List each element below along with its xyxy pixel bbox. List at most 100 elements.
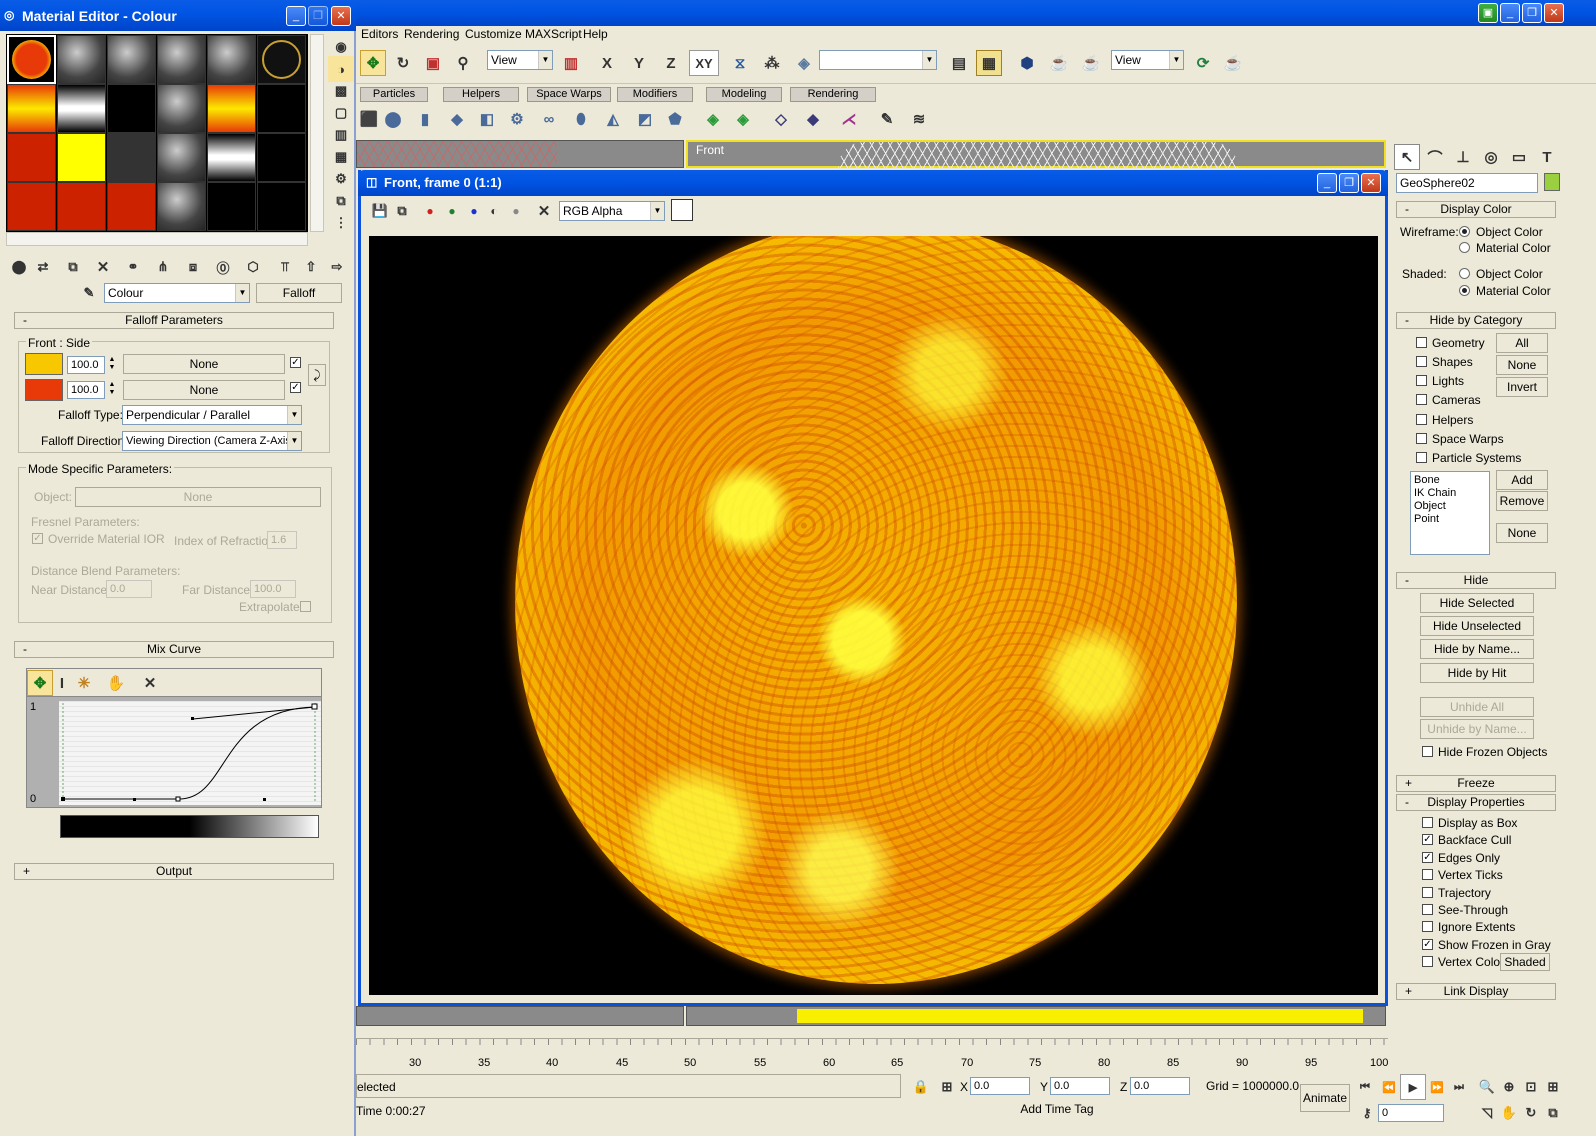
wedge-icon[interactable]: ◩ — [632, 106, 658, 132]
spring-icon[interactable]: ≋ — [906, 106, 932, 132]
sample-slot[interactable] — [7, 35, 56, 84]
sample-slot[interactable] — [157, 35, 206, 84]
sample-slot[interactable] — [207, 133, 256, 182]
dummy-icon[interactable]: ✎ — [874, 106, 900, 132]
scale-icon[interactable]: ▣ — [420, 50, 446, 76]
tab-helpers[interactable]: Helpers — [443, 87, 519, 102]
show-map-icon[interactable]: ⬡ — [240, 254, 266, 280]
utilities-tab-icon[interactable]: T — [1534, 144, 1560, 170]
axis-x-button[interactable]: X — [594, 50, 620, 76]
viewport-bottom-right[interactable] — [686, 1006, 1386, 1026]
material-editor-icon[interactable]: ⬢ — [1014, 50, 1040, 76]
sample-slot[interactable] — [57, 133, 106, 182]
go-to-parent-icon[interactable]: ⇧ — [298, 254, 324, 280]
sample-slot[interactable] — [257, 35, 306, 84]
unhide-all-button[interactable]: Unhide All — [1420, 697, 1534, 717]
named-selection-dropdown[interactable]: ▼ — [819, 50, 937, 70]
time-ruler[interactable] — [356, 1038, 1388, 1070]
me-maximize-button[interactable]: ❐ — [308, 6, 328, 26]
sample-slot[interactable] — [207, 84, 256, 133]
mirror-icon[interactable]: ⧖ — [727, 50, 753, 76]
array-icon[interactable]: ⁂ — [759, 50, 785, 76]
pixel-color-swatch[interactable] — [671, 199, 693, 221]
far-distance-spinner[interactable]: 100.0 — [250, 580, 296, 598]
gear-icon[interactable]: ⚙ — [504, 106, 530, 132]
sample-slot[interactable] — [107, 35, 156, 84]
active-shade-icon[interactable]: ☕ — [1220, 50, 1246, 76]
slots-hscrollbar[interactable] — [6, 232, 308, 246]
pick-material-icon[interactable]: ✎ — [76, 280, 102, 306]
sample-slot[interactable] — [157, 133, 206, 182]
reset-map-icon[interactable]: ✕ — [90, 254, 116, 280]
viewport-bottom-left[interactable] — [356, 1006, 684, 1026]
extrapolate-checkbox[interactable] — [300, 601, 311, 612]
material-id-icon[interactable]: ⓪ — [210, 254, 236, 280]
unhide-by-name-button[interactable]: Unhide by Name... — [1420, 719, 1534, 739]
category-none2-button[interactable]: None — [1496, 523, 1548, 543]
display-properties-rollout[interactable]: - Display Properties — [1396, 794, 1556, 811]
object-color-swatch[interactable] — [1544, 173, 1560, 191]
hide-space-warps-checkbox[interactable] — [1416, 433, 1427, 444]
prev-frame-icon[interactable]: ⏪ — [1376, 1074, 1402, 1100]
list-item[interactable]: Bone — [1414, 474, 1486, 487]
sample-slot[interactable] — [207, 35, 256, 84]
tab-space-warps[interactable]: Space Warps — [527, 87, 611, 102]
side-amount-spinner[interactable]: 100.0 — [67, 381, 105, 399]
falloff-type-dropdown[interactable]: Perpendicular / Parallel ▼ — [122, 405, 302, 425]
output-rollout[interactable]: + Output — [14, 863, 334, 880]
menu-help[interactable]: Help — [583, 27, 608, 41]
max-close-button[interactable]: ✕ — [1544, 3, 1564, 23]
rotate-icon[interactable]: ↻ — [390, 50, 416, 76]
sample-slot[interactable] — [257, 84, 306, 133]
lock-selection-icon[interactable]: 🔒 — [908, 1074, 934, 1100]
front-map-button[interactable]: None — [123, 354, 285, 374]
make-unique-icon[interactable]: ⋔ — [150, 254, 176, 280]
freeze-rollout[interactable]: + Freeze — [1396, 775, 1556, 792]
channel-dropdown[interactable]: RGB Alpha ▼ — [559, 201, 665, 221]
hide-geometry-checkbox[interactable] — [1416, 337, 1427, 348]
render-close-button[interactable]: ✕ — [1361, 173, 1381, 193]
put-to-scene-icon[interactable]: ⇄ — [30, 254, 56, 280]
x-coord-field[interactable]: 0.0 — [970, 1077, 1030, 1095]
menu-editors[interactable]: Editors — [361, 27, 398, 41]
menu-rendering[interactable]: Rendering — [404, 27, 459, 41]
clone-window-icon[interactable]: ⧉ — [389, 198, 415, 224]
category-all-button[interactable]: All — [1496, 333, 1548, 353]
hedra-icon[interactable]: ⬟ — [662, 106, 688, 132]
mix-curve-rollout[interactable]: - Mix Curve — [14, 641, 334, 658]
put-to-library-icon[interactable]: ⧈ — [180, 254, 206, 280]
render-last-icon[interactable]: ⟳ — [1190, 50, 1216, 76]
max-minimize-button[interactable]: _ — [1500, 3, 1520, 23]
display-property-checkbox[interactable] — [1422, 869, 1433, 881]
render-minimize-button[interactable]: _ — [1317, 173, 1337, 193]
goto-end-icon[interactable]: ⏭ — [1446, 1074, 1472, 1100]
category-add-button[interactable]: Add — [1496, 470, 1548, 490]
slots-vscrollbar[interactable] — [310, 34, 324, 232]
reference-coord-dropdown[interactable]: View ▼ — [487, 50, 553, 70]
tab-modifiers[interactable]: Modifiers — [617, 87, 693, 102]
front-amount-spin-arrows[interactable]: ▲ ▼ — [107, 356, 117, 374]
me-close-button[interactable]: ✕ — [331, 6, 351, 26]
list-item[interactable]: IK Chain Object — [1414, 487, 1486, 513]
falloff-parameters-rollout[interactable]: - Falloff Parameters — [14, 312, 334, 329]
hide-rollout[interactable]: - Hide — [1396, 572, 1556, 589]
sample-slot[interactable] — [57, 84, 106, 133]
tab-particles[interactable]: Particles — [360, 87, 428, 102]
render-type-dropdown[interactable]: View ▼ — [1111, 50, 1184, 70]
pivot-icon[interactable]: ▥ — [558, 50, 584, 76]
sample-slot[interactable] — [207, 182, 256, 231]
object-pick-button[interactable]: None — [75, 487, 321, 507]
me-minimize-button[interactable]: _ — [286, 6, 306, 26]
schematic-view-icon[interactable]: ▦ — [976, 50, 1002, 76]
display-property-checkbox[interactable]: ✓ — [1422, 851, 1433, 863]
torus-knot-icon[interactable]: ∞ — [536, 106, 562, 132]
display-property-checkbox[interactable]: ✓ — [1422, 834, 1433, 846]
swap-colors-icon[interactable]: ⤸ — [308, 364, 326, 386]
sample-slot[interactable] — [257, 182, 306, 231]
category-invert-button[interactable]: Invert — [1496, 377, 1548, 397]
category-list[interactable]: Bone IK Chain Object Point — [1410, 471, 1490, 555]
list-item[interactable]: Point — [1414, 513, 1486, 526]
current-frame-field[interactable]: 0 — [1378, 1104, 1444, 1122]
make-copy-icon[interactable]: ⚭ — [120, 254, 146, 280]
hide-by-hit-button[interactable]: Hide by Hit — [1420, 663, 1534, 683]
